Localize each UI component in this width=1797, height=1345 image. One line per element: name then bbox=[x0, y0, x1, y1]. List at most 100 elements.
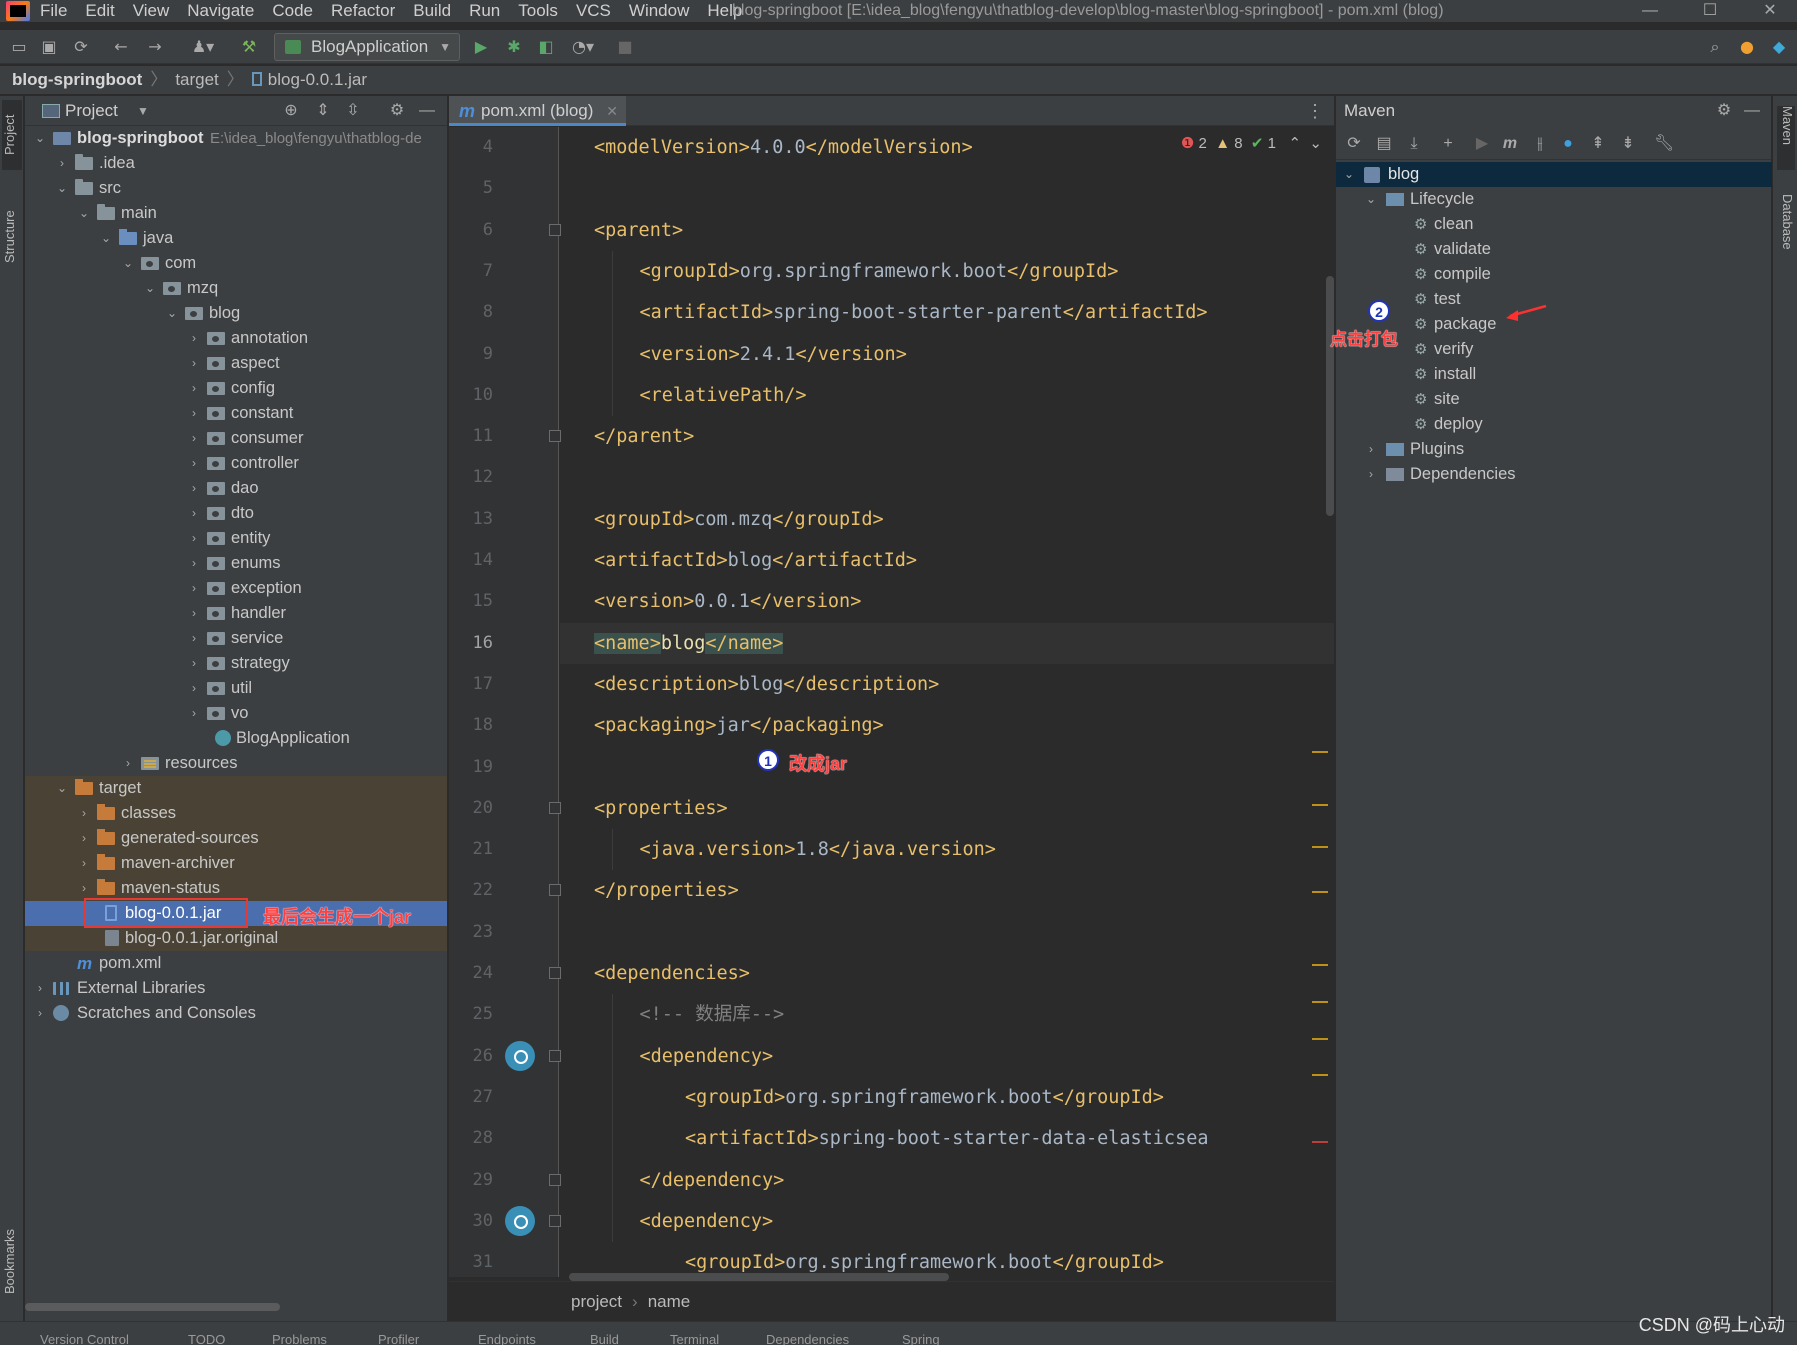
tree-item-dto[interactable]: › dto bbox=[25, 501, 447, 526]
code-line[interactable]: <artifactId>spring-boot-starter-data-ela… bbox=[560, 1118, 1334, 1159]
editor-horizontal-scrollbar[interactable] bbox=[569, 1273, 949, 1281]
menu-edit[interactable]: Edit bbox=[85, 1, 114, 21]
sync-icon[interactable]: ⟳ bbox=[72, 38, 90, 56]
run-icon[interactable]: ▶ bbox=[472, 38, 490, 56]
hide-panel-icon[interactable]: — bbox=[1742, 101, 1762, 121]
chevron-right-icon[interactable]: › bbox=[187, 676, 201, 701]
tree-item-blog-jar-original[interactable]: blog-0.0.1.jar.original bbox=[25, 926, 447, 951]
chevron-right-icon[interactable]: › bbox=[187, 651, 201, 676]
warning-stripe[interactable] bbox=[1312, 1038, 1328, 1040]
update-icon[interactable]: ● bbox=[1738, 38, 1756, 56]
locate-icon[interactable]: ⊕ bbox=[281, 96, 301, 126]
more-options-icon[interactable]: ⋮ bbox=[1306, 96, 1324, 126]
bookmarks-tool-tab[interactable]: Bookmarks bbox=[2, 1216, 22, 1306]
hide-panel-icon[interactable]: — bbox=[417, 96, 437, 126]
chevron-right-icon[interactable]: › bbox=[187, 401, 201, 426]
run-configuration-select[interactable]: BlogApplication ▼ bbox=[274, 33, 460, 61]
forward-arrow-icon[interactable]: → bbox=[146, 38, 164, 56]
code-line[interactable]: <groupId>org.springframework.boot</group… bbox=[560, 1077, 1334, 1118]
code-line[interactable]: <parent> bbox=[560, 210, 1334, 251]
chevron-right-icon[interactable]: › bbox=[187, 501, 201, 526]
maven-phase-verify[interactable]: ⚙ verify bbox=[1336, 337, 1772, 362]
tree-item-src[interactable]: ⌄ src bbox=[25, 176, 447, 201]
tree-item-controller[interactable]: › controller bbox=[25, 451, 447, 476]
chevron-right-icon[interactable]: › bbox=[187, 576, 201, 601]
tree-item-vo[interactable]: › vo bbox=[25, 701, 447, 726]
minimize-button[interactable]: — bbox=[1630, 0, 1670, 22]
gear-icon[interactable]: ⚙ bbox=[1714, 101, 1734, 121]
tree-item-resources[interactable]: › resources bbox=[25, 751, 447, 776]
editor-breadcrumb-name[interactable]: name bbox=[648, 1292, 691, 1311]
tree-item-enums[interactable]: › enums bbox=[25, 551, 447, 576]
horizontal-scrollbar[interactable] bbox=[25, 1303, 280, 1311]
code-line[interactable]: <java.version>1.8</java.version> bbox=[560, 829, 1334, 870]
chevron-right-icon[interactable]: › bbox=[1364, 462, 1378, 487]
chevron-right-icon[interactable]: › bbox=[77, 851, 91, 876]
inspection-widget[interactable]: ❶ 2 ▲ 8 ✔ 1 ⌃ ⌄ bbox=[1181, 134, 1322, 152]
download-icon[interactable]: ⤓ bbox=[1404, 134, 1424, 154]
run-icon[interactable]: ▶ bbox=[1472, 134, 1492, 154]
tool-profiler[interactable]: Profiler bbox=[378, 1328, 419, 1345]
code-line[interactable] bbox=[560, 747, 1334, 788]
maven-phase-deploy[interactable]: ⚙ deploy bbox=[1336, 412, 1772, 437]
project-panel-title[interactable]: Project bbox=[65, 96, 118, 126]
maven-tool-tab[interactable]: Maven bbox=[1777, 106, 1795, 170]
code-line[interactable]: <properties> bbox=[560, 788, 1334, 829]
tree-item-blog[interactable]: ⌄ blog bbox=[25, 301, 447, 326]
breadcrumb-project[interactable]: blog-springboot bbox=[12, 70, 142, 89]
tree-item-scratches[interactable]: › Scratches and Consoles bbox=[25, 1001, 447, 1026]
structure-tool-tab[interactable]: Structure bbox=[2, 192, 22, 282]
tree-item-service[interactable]: › service bbox=[25, 626, 447, 651]
warning-stripe[interactable] bbox=[1312, 846, 1328, 848]
error-stripe[interactable] bbox=[1312, 1141, 1328, 1143]
chevron-right-icon[interactable]: › bbox=[187, 326, 201, 351]
tree-item-consumer[interactable]: › consumer bbox=[25, 426, 447, 451]
tree-item-main[interactable]: ⌄ main bbox=[25, 201, 447, 226]
coverage-icon[interactable]: ◧ bbox=[537, 38, 555, 56]
open-folder-icon[interactable]: ▭ bbox=[10, 38, 28, 56]
chevron-right-icon[interactable]: › bbox=[187, 626, 201, 651]
code-line[interactable]: </dependency> bbox=[560, 1160, 1334, 1201]
chevron-right-icon[interactable]: › bbox=[187, 526, 201, 551]
chevron-up-icon[interactable]: ⌃ bbox=[1280, 135, 1302, 152]
tool-problems[interactable]: Problems bbox=[272, 1328, 327, 1345]
chevron-right-icon[interactable]: › bbox=[77, 801, 91, 826]
chevron-down-icon[interactable]: ⌄ bbox=[165, 301, 179, 326]
code-line[interactable]: <version>2.4.1</version> bbox=[560, 334, 1334, 375]
tool-build[interactable]: Build bbox=[590, 1328, 619, 1345]
user-dropdown-icon[interactable]: ♟▾ bbox=[188, 38, 218, 56]
chevron-down-icon[interactable]: ⌄ bbox=[33, 126, 47, 151]
tool-dependencies[interactable]: Dependencies bbox=[766, 1328, 849, 1345]
tree-item-target[interactable]: ⌄ target bbox=[25, 776, 447, 801]
dependency-navigate-icon[interactable] bbox=[505, 1205, 535, 1236]
tree-item-dao[interactable]: › dao bbox=[25, 476, 447, 501]
chevron-down-icon[interactable]: ⌄ bbox=[1364, 187, 1378, 212]
add-icon[interactable]: + bbox=[1438, 134, 1458, 154]
chevron-right-icon[interactable]: › bbox=[55, 151, 69, 176]
code-line[interactable]: <packaging>jar</packaging> bbox=[560, 705, 1334, 746]
warning-stripe[interactable] bbox=[1312, 1074, 1328, 1076]
code-line[interactable]: </parent> bbox=[560, 416, 1334, 457]
maven-phase-clean[interactable]: ⚙ clean bbox=[1336, 212, 1772, 237]
tree-item-maven-archiver[interactable]: › maven-archiver bbox=[25, 851, 447, 876]
warning-stripe[interactable] bbox=[1312, 964, 1328, 966]
code-line[interactable]: <description>blog</description> bbox=[560, 664, 1334, 705]
chevron-down-icon[interactable]: ⌄ bbox=[143, 276, 157, 301]
chevron-down-icon[interactable]: ⌄ bbox=[99, 226, 113, 251]
chevron-right-icon[interactable]: › bbox=[77, 826, 91, 851]
chevron-down-icon[interactable]: ⌄ bbox=[1305, 135, 1322, 152]
warning-stripe[interactable] bbox=[1312, 1001, 1328, 1003]
stop-icon[interactable]: ■ bbox=[616, 38, 634, 56]
chevron-down-icon[interactable]: ▼ bbox=[133, 96, 153, 126]
menu-navigate[interactable]: Navigate bbox=[187, 1, 254, 21]
code-line[interactable]: <dependencies> bbox=[560, 953, 1334, 994]
tool-spring[interactable]: Spring bbox=[902, 1328, 940, 1345]
add-project-folder-icon[interactable]: ▤ bbox=[1374, 134, 1394, 154]
breadcrumb-target[interactable]: target bbox=[175, 70, 218, 89]
tree-item-pom-xml[interactable]: m pom.xml bbox=[25, 951, 447, 976]
maven-phase-test[interactable]: ⚙ test bbox=[1336, 287, 1772, 312]
skip-tests-icon[interactable]: ● bbox=[1558, 134, 1578, 154]
tree-item-aspect[interactable]: › aspect bbox=[25, 351, 447, 376]
maven-item-blog[interactable]: ⌄ blog bbox=[1336, 162, 1772, 187]
breadcrumb-jar[interactable]: blog-0.0.1.jar bbox=[268, 70, 367, 89]
